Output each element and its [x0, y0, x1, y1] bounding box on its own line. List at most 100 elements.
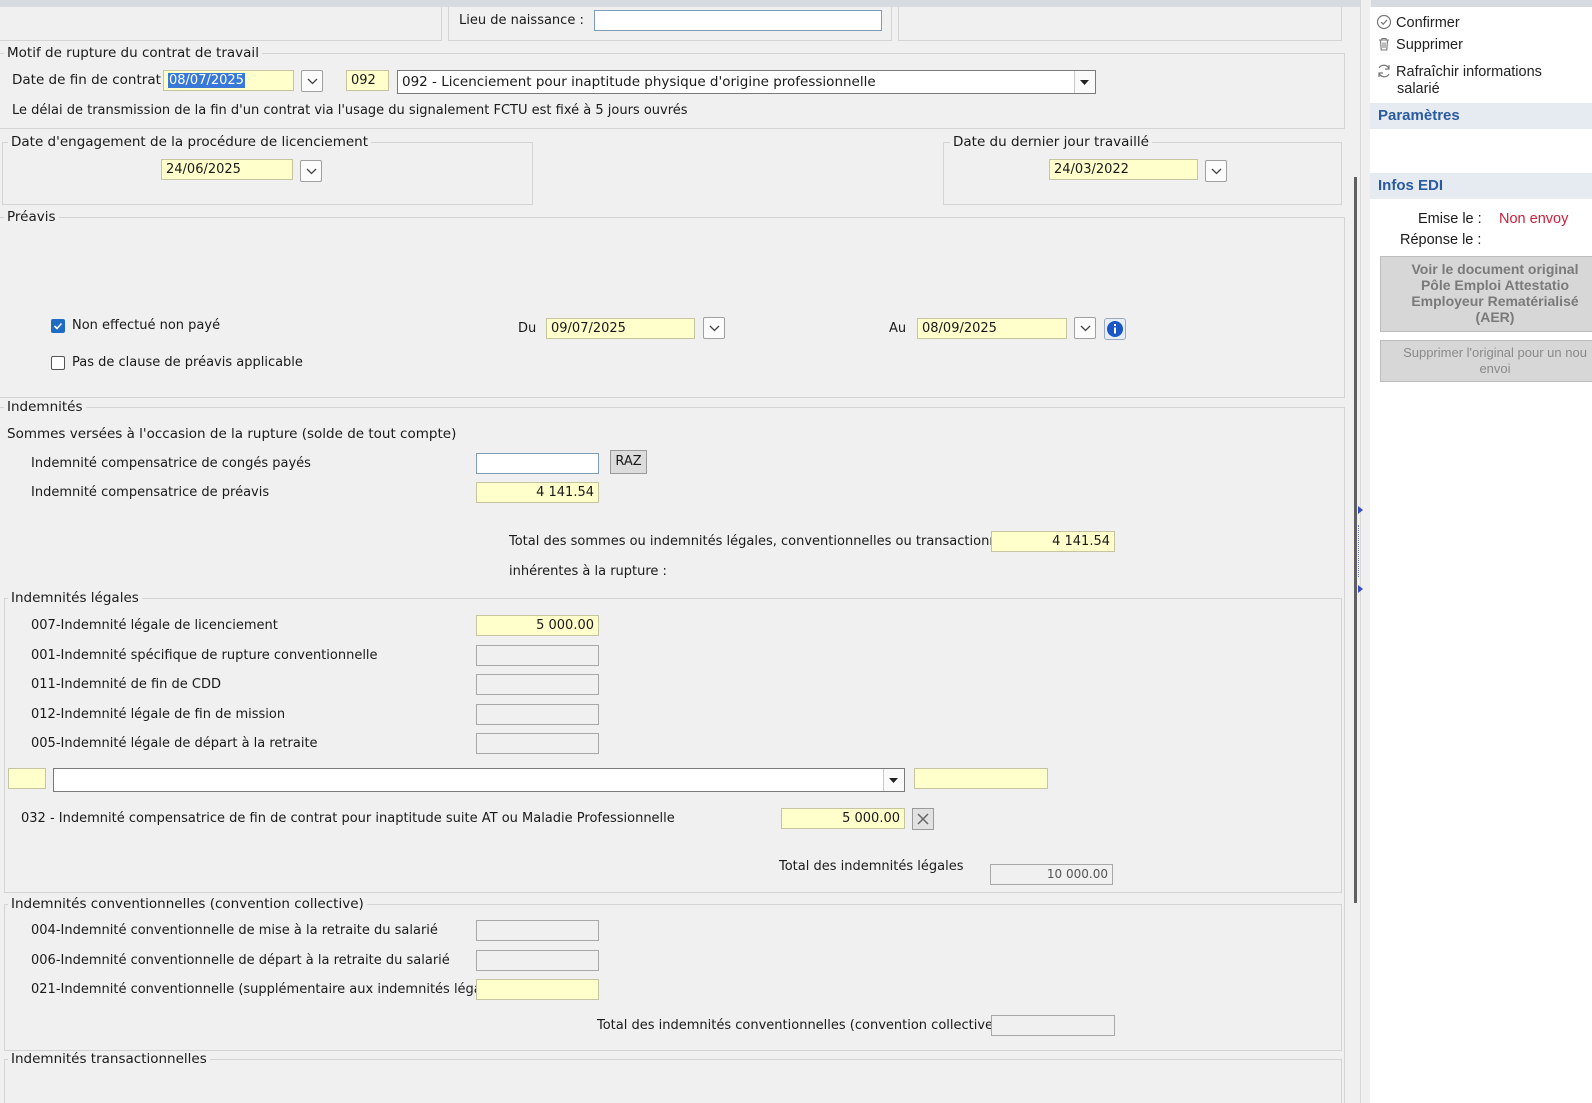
- splitter-grip: [1358, 525, 1361, 577]
- motif-group-label: Motif de rupture du contrat de travail: [4, 45, 262, 61]
- legale-row-input[interactable]: [476, 704, 599, 725]
- birthplace-label: Lieu de naissance :: [459, 13, 584, 28]
- reason-select[interactable]: 092 - Licenciement pour inaptitude physi…: [397, 70, 1096, 94]
- view-original-button[interactable]: Voir le document original Pôle Emploi At…: [1380, 256, 1592, 332]
- total-sommes-label-1: Total des sommes ou indemnités légales, …: [509, 534, 1028, 549]
- expand-right-icon: [1358, 506, 1363, 514]
- dropdown-arrow-icon: [1080, 80, 1089, 85]
- reason-select-value: 092 - Licenciement pour inaptitude physi…: [402, 74, 876, 90]
- emise-value: Non envoy: [1499, 211, 1569, 227]
- indemnites-label: Indemnités: [4, 399, 86, 415]
- confirm-action[interactable]: Confirmer: [1376, 14, 1460, 31]
- end-date-dropdown-button[interactable]: [301, 70, 323, 92]
- pas-clause-label: Pas de clause de préavis applicable: [72, 355, 303, 370]
- conv-row-label: 021-Indemnité conventionnelle (supplémen…: [31, 982, 506, 997]
- scrollbar-thumb[interactable]: [1354, 177, 1357, 903]
- conv-row-input[interactable]: [476, 950, 599, 971]
- top-left-box: [0, 7, 442, 41]
- legale-row-label: 007-Indemnité légale de licenciement: [31, 618, 278, 633]
- preavis-indemnite-label: Indemnité compensatrice de préavis: [31, 485, 270, 500]
- conv-row-label: 004-Indemnité conventionnelle de mise à …: [31, 923, 438, 938]
- conv-total-label: Total des indemnités conventionnelles (c…: [597, 1018, 999, 1033]
- end-date-label: Date de fin de contrat :: [12, 72, 170, 88]
- conv-row-input[interactable]: [476, 979, 599, 1000]
- refresh-action[interactable]: Rafraîchir informations: [1376, 63, 1542, 80]
- non-effectue-checkbox[interactable]: [51, 319, 65, 333]
- birthplace-input[interactable]: [594, 10, 882, 31]
- add-indemnite-select[interactable]: [53, 768, 905, 792]
- legale-row-label: 001-Indemnité spécifique de rupture conv…: [31, 648, 378, 663]
- non-effectue-label: Non effectué non payé: [72, 318, 221, 333]
- top-right-box: [898, 7, 1342, 41]
- remove-line-button[interactable]: [912, 808, 934, 830]
- legales-total-label: Total des indemnités légales: [779, 859, 964, 874]
- delete-original-button[interactable]: Supprimer l'original pour un nou envoi: [1380, 340, 1592, 382]
- confirm-label: Confirmer: [1396, 15, 1460, 31]
- engagement-date-dropdown[interactable]: [300, 160, 322, 182]
- last-day-dropdown[interactable]: [1205, 160, 1227, 182]
- raz-button[interactable]: RAZ: [610, 450, 647, 474]
- reponse-label: Réponse le :: [1400, 232, 1482, 248]
- add-indemnite-select-arrow[interactable]: [883, 769, 904, 791]
- legale-row-input[interactable]: [476, 733, 599, 754]
- delete-original-line: envoi: [1479, 361, 1511, 376]
- reason-select-arrow[interactable]: [1074, 71, 1095, 93]
- sommes-label: Sommes versées à l'occasion de la ruptur…: [7, 426, 457, 442]
- conv-row-input[interactable]: [476, 920, 599, 941]
- preavis-indemnite-input[interactable]: 4 141.54: [476, 482, 599, 503]
- conventionnelles-label: Indemnités conventionnelles (convention …: [8, 896, 367, 912]
- main-form-panel: Lieu de naissance : Motif de rupture du …: [0, 7, 1360, 1103]
- dropdown-arrow-icon: [889, 778, 898, 783]
- params-header[interactable]: Paramètres: [1370, 103, 1592, 129]
- au-date-dropdown[interactable]: [1074, 317, 1096, 339]
- end-date-input[interactable]: 08/07/2025: [163, 70, 294, 91]
- transactionnelles-label: Indemnités transactionnelles: [8, 1051, 210, 1067]
- du-date-dropdown[interactable]: [703, 317, 725, 339]
- legale-row-input[interactable]: [476, 674, 599, 695]
- info-icon: [1107, 321, 1123, 337]
- conges-input[interactable]: [476, 453, 599, 474]
- delete-original-line: Supprimer l'original pour un nou: [1403, 345, 1587, 360]
- expand-left-icon: [1358, 585, 1363, 593]
- conv-total-input: [991, 1015, 1115, 1036]
- refresh-label-2: salarié: [1397, 81, 1440, 97]
- add-amount-input[interactable]: [914, 768, 1048, 789]
- view-original-line: Pôle Emploi Attestatio: [1420, 277, 1570, 293]
- view-original-line: (AER): [1475, 309, 1515, 325]
- right-sidebar: Confirmer Supprimer Rafraîchir informati…: [1370, 7, 1592, 1103]
- last-day-label: Date du dernier jour travaillé: [950, 134, 1152, 150]
- view-original-line: Employeur Rematérialisé: [1411, 293, 1579, 309]
- edi-header[interactable]: Infos EDI: [1370, 173, 1592, 199]
- engagement-label: Date d'engagement de la procédure de lic…: [8, 134, 372, 150]
- emise-label: Emise le :: [1418, 211, 1482, 227]
- au-label: Au: [889, 321, 907, 336]
- legale-row-label: 005-Indemnité légale de départ à la retr…: [31, 736, 318, 751]
- line-032-label: 032 - Indemnité compensatrice de fin de …: [21, 811, 675, 826]
- info-button[interactable]: [1104, 318, 1126, 340]
- legale-row-input[interactable]: [476, 645, 599, 666]
- delete-action[interactable]: Supprimer: [1376, 36, 1463, 53]
- add-code-input[interactable]: [8, 768, 46, 789]
- legales-label: Indemnités légales: [8, 590, 142, 606]
- total-sommes-input[interactable]: 4 141.54: [991, 531, 1115, 552]
- reason-code-input[interactable]: 092: [346, 70, 389, 91]
- legales-total-input: 10 000.00: [990, 864, 1113, 885]
- fctu-info-text: Le délai de transmission de la fin d'un …: [12, 103, 688, 118]
- du-label: Du: [518, 321, 537, 336]
- pas-clause-checkbox[interactable]: [51, 356, 65, 370]
- conv-row-label: 006-Indemnité conventionnelle de départ …: [31, 953, 450, 968]
- last-day-input[interactable]: 24/03/2022: [1049, 159, 1198, 180]
- end-date-selected-text: 08/07/2025: [168, 73, 245, 88]
- refresh-label-1: Rafraîchir informations: [1396, 64, 1542, 80]
- au-date-input[interactable]: 08/09/2025: [917, 318, 1067, 339]
- engagement-date-input[interactable]: 24/06/2025: [161, 159, 293, 180]
- total-sommes-label-2: inhérentes à la rupture :: [509, 564, 667, 579]
- legale-row-label: 012-Indemnité légale de fin de mission: [31, 707, 286, 722]
- line-032-input[interactable]: 5 000.00: [781, 808, 905, 829]
- conges-label: Indemnité compensatrice de congés payés: [31, 456, 311, 471]
- window-top-strip: [0, 0, 1592, 7]
- trash-icon: [1379, 37, 1389, 51]
- du-date-input[interactable]: 09/07/2025: [546, 318, 695, 339]
- legale-row-input[interactable]: 5 000.00: [476, 615, 599, 636]
- view-original-line: Voir le document original: [1411, 261, 1579, 277]
